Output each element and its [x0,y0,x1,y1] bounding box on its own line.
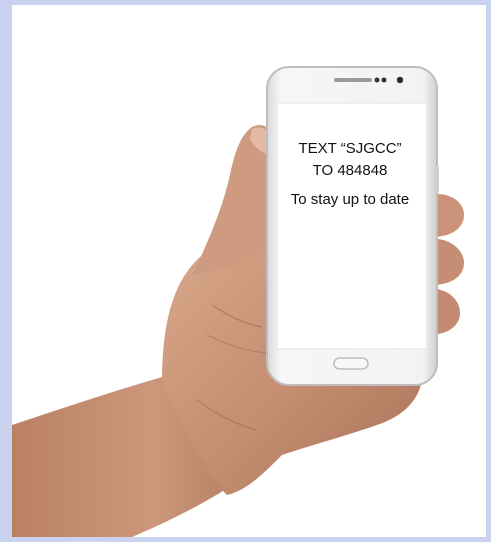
hand-holding-phone-photo [12,66,464,537]
sensor-dot-icon-2 [374,77,380,83]
screen-line-subtitle: To stay up to date [290,191,410,208]
image-frame: TEXT “SJGCC” TO 484848 To stay up to dat… [12,5,486,537]
speaker-grille-icon [334,78,372,82]
phone-side-button [435,165,439,193]
sensor-dot-icon [381,77,387,83]
phone-screen-message: TEXT “SJGCC” TO 484848 To stay up to dat… [275,105,425,211]
screen-line-shortcode: TO 484848 [312,162,388,179]
front-camera-icon [396,76,404,84]
home-button-icon [333,357,369,370]
screen-line-text-keyword: TEXT “SJGCC” [298,140,402,157]
